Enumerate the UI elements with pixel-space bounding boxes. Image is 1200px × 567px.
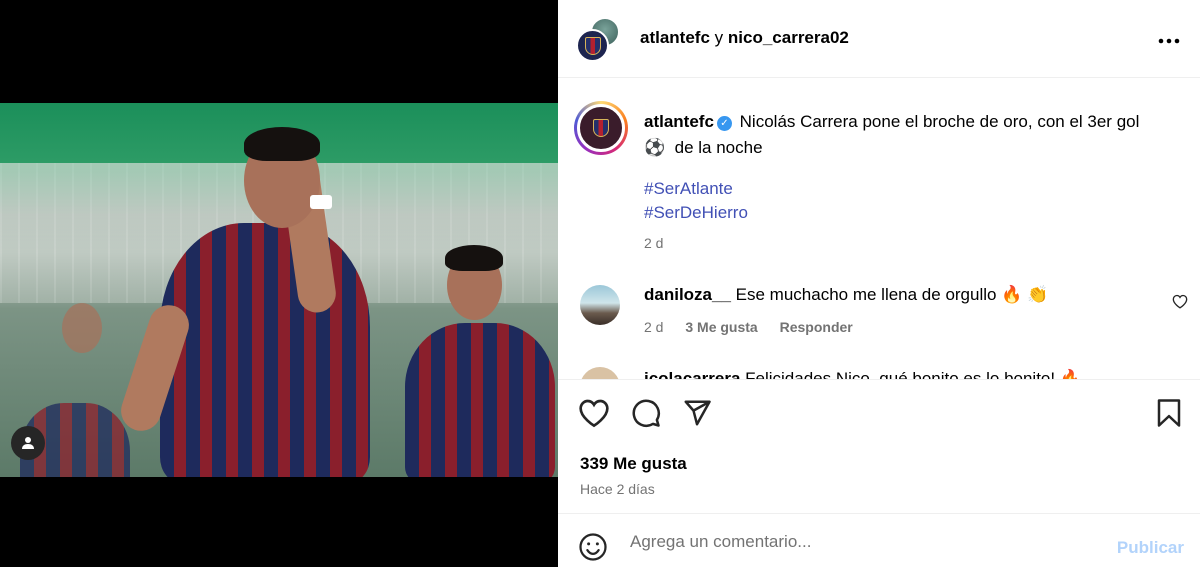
player-head <box>62 303 102 353</box>
tagged-users-button[interactable] <box>11 426 45 460</box>
bookmark-icon <box>1157 399 1181 427</box>
comment-meta: 2 d 3 Me gusta Responder <box>644 319 871 335</box>
more-options-button[interactable] <box>1158 28 1180 46</box>
hashtag-link[interactable]: #SerAtlante <box>644 179 733 199</box>
emoji-icon <box>579 533 607 561</box>
club-crest-icon <box>593 119 609 137</box>
post-photo[interactable] <box>0 103 558 477</box>
comment-timestamp[interactable]: 2 d <box>644 319 663 335</box>
save-button[interactable] <box>1156 398 1182 433</box>
avatar[interactable] <box>580 285 620 325</box>
comment-button[interactable] <box>631 398 661 433</box>
comment-username[interactable]: jcolacarrera <box>644 369 740 379</box>
reply-button[interactable]: Responder <box>780 319 853 335</box>
user-icon <box>22 437 34 449</box>
hashtag-link[interactable]: #SerDeHierro <box>644 203 748 223</box>
caption-text-continued: de la noche <box>674 138 763 157</box>
comment-icon <box>632 399 660 427</box>
post-header: atlantefc y nico_carrera02 <box>558 0 1200 78</box>
comment-emojis: 🔥 <box>1059 369 1082 379</box>
main-player-hair <box>244 127 320 161</box>
comment-text: Ese muchacho me llena de orgullo <box>735 285 997 304</box>
comment-text: Felicidades Nico, qué bonito es lo bonit… <box>745 369 1056 379</box>
comment: jcolacarrera Felicidades Nico, qué bonit… <box>644 369 1081 379</box>
like-button[interactable] <box>578 398 610 433</box>
caption-avatar[interactable] <box>574 101 628 155</box>
post-details-panel: atlantefc y nico_carrera02 atlantefc ✓ Ni… <box>558 0 1200 567</box>
comment-input[interactable] <box>630 528 1090 556</box>
caption-timestamp[interactable]: 2 d <box>644 235 663 251</box>
comments-section[interactable]: atlantefc ✓ Nicolás Carrera pone el broch… <box>558 79 1200 379</box>
player-hair <box>445 245 503 271</box>
post-caption: atlantefc ✓ Nicolás Carrera pone el broch… <box>644 109 1174 161</box>
author-link[interactable]: atlantefc <box>640 28 710 47</box>
verified-badge-icon: ✓ <box>716 116 732 131</box>
send-icon <box>684 400 711 426</box>
more-horizontal-icon <box>1158 38 1180 44</box>
main-player-jersey <box>160 223 370 477</box>
emoji-picker-button[interactable] <box>578 532 608 567</box>
soccer-ball-emoji: ⚽ <box>644 138 666 157</box>
comment-composer: Publicar <box>558 513 1200 567</box>
comment: daniloza__ Ese muchacho me llena de orgu… <box>644 285 1048 305</box>
like-comment-button[interactable] <box>1172 294 1188 314</box>
post-authors: atlantefc y nico_carrera02 <box>640 28 849 48</box>
heart-icon <box>1172 294 1188 309</box>
post-media[interactable] <box>0 0 558 567</box>
author-conjunction: y <box>714 28 724 47</box>
avatar[interactable] <box>576 29 609 62</box>
post-actions: 339 Me gusta Hace 2 días <box>558 379 1200 513</box>
post-date[interactable]: Hace 2 días <box>580 481 655 497</box>
comment-likes[interactable]: 3 Me gusta <box>685 319 757 335</box>
comment-username[interactable]: daniloza__ <box>644 285 731 304</box>
club-crest-icon <box>584 36 601 55</box>
player-figure <box>405 323 555 477</box>
author-link[interactable]: nico_carrera02 <box>728 28 849 47</box>
collab-avatars[interactable] <box>576 17 622 62</box>
avatar <box>577 104 625 152</box>
share-button[interactable] <box>682 398 712 433</box>
caption-text: Nicolás Carrera pone el broche de oro, c… <box>739 112 1140 131</box>
publish-button[interactable]: Publicar <box>1117 538 1184 558</box>
heart-icon <box>579 399 609 428</box>
wristband <box>310 195 332 209</box>
likes-count[interactable]: 339 Me gusta <box>580 454 687 474</box>
avatar[interactable] <box>580 367 620 379</box>
comment-emojis: 🔥 👏 <box>1001 285 1049 304</box>
caption-username[interactable]: atlantefc <box>644 112 714 131</box>
